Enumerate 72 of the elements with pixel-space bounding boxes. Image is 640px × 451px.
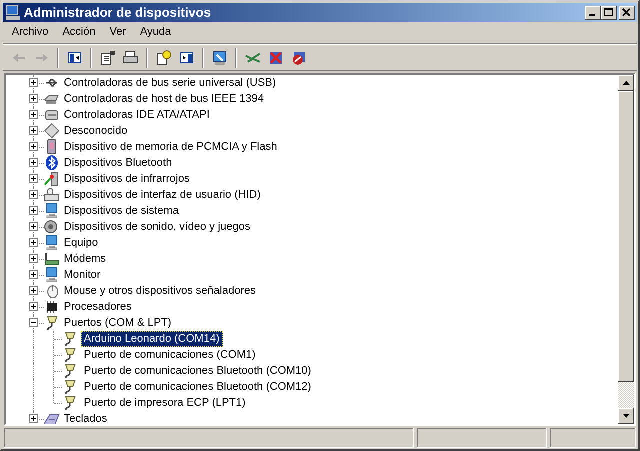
monitor-icon [44,267,60,283]
disable-icon [290,50,306,66]
expander-button[interactable] [29,254,38,263]
expander-button[interactable] [29,158,38,167]
computer-icon [44,235,60,251]
expander-button[interactable] [29,110,38,119]
tree-item[interactable]: Puerto de comunicaciones Bluetooth (COM10) [81,363,314,379]
computer-icon [5,4,21,20]
pane-icon [178,50,194,66]
scroll-thumb[interactable] [618,91,634,382]
tree-item[interactable]: Controladoras de host de bus IEEE 1394 [64,90,264,108]
expander-button[interactable] [29,318,38,327]
scroll-down-button[interactable] [618,408,634,424]
tree-item[interactable]: Puertos (COM & LPT) [64,314,172,332]
tree-item[interactable]: Mouse y otros dispositivos señaladores [64,282,256,300]
scroll-up-button[interactable] [618,75,634,91]
expander-button[interactable] [29,270,38,279]
expander-button[interactable] [29,286,38,295]
menu-item[interactable]: Ver [102,22,134,43]
tree-item[interactable]: Controladoras de bus serie universal (USB) [64,75,276,92]
diamond-icon [44,123,60,139]
tree-item[interactable]: Puerto de comunicaciones (COM1) [81,347,259,363]
tree-item[interactable]: Teclados [64,410,108,424]
close-button[interactable] [619,6,635,20]
tree-item[interactable]: Dispositivos de sistema [64,202,179,220]
tree-item[interactable]: Dispositivos de interfaz de usuario (HID) [64,186,261,204]
expander-button[interactable] [29,174,38,183]
expander-button[interactable] [29,190,38,199]
printer-icon [122,50,138,66]
chip-icon [44,299,60,315]
tree-item[interactable]: Desconocido [64,122,128,140]
window-title: Administrador de dispositivos [24,4,212,22]
expander-button[interactable] [29,206,38,215]
tree-item[interactable]: Puerto de impresora ECP (LPT1) [81,395,249,411]
tree-item[interactable]: Equipo [64,234,98,252]
expander-button[interactable] [29,94,38,103]
tree-item[interactable]: Dispositivos Bluetooth [64,154,172,172]
down-arrow-icon [622,414,630,418]
infrared-device-icon [44,171,60,187]
close-icon [622,8,632,17]
expander-button[interactable] [29,222,38,231]
tree-item[interactable]: Controladoras IDE ATA/ATAPI [64,106,210,124]
tree-item[interactable]: Procesadores [64,298,132,316]
tree-item[interactable]: Puerto de comunicaciones Bluetooth (COM12) [81,379,314,395]
minimize-button[interactable] [585,6,601,20]
up-arrow-icon [622,81,630,85]
tree-item[interactable]: Monitor [64,266,101,284]
tree-item[interactable]: Dispositivos de infrarrojos [64,170,190,188]
menu-item[interactable]: Acción [56,22,103,43]
expander-button[interactable] [29,142,38,151]
menu-item[interactable]: Ayuda [133,22,178,43]
menu-item[interactable]: Archivo [5,22,56,43]
computer-scan-icon [212,50,228,66]
tree-pane-icon [66,50,82,66]
tree-item[interactable]: Dispositivos de sonido, vídeo y juegos [64,218,250,236]
expander-button[interactable] [29,302,38,311]
help-icon [156,50,172,66]
computer-icon [44,203,60,219]
uninstall-icon [268,50,284,66]
expander-button[interactable] [29,126,38,135]
bluetooth-icon [44,155,60,171]
expander-button[interactable] [29,238,38,247]
speaker-icon [44,219,60,235]
expander-button[interactable] [29,78,38,87]
maximize-icon [604,8,614,17]
tree-item[interactable]: Dispositivo de memoria de PCMCIA y Flash [64,138,278,156]
maximize-button[interactable] [601,6,617,20]
properties-icon [100,50,116,66]
tree-item[interactable]: Arduino Leonardo (COM14) [81,331,223,347]
modem-icon [44,251,60,267]
tree-item[interactable]: Módems [64,250,106,268]
expander-button[interactable] [29,414,38,423]
